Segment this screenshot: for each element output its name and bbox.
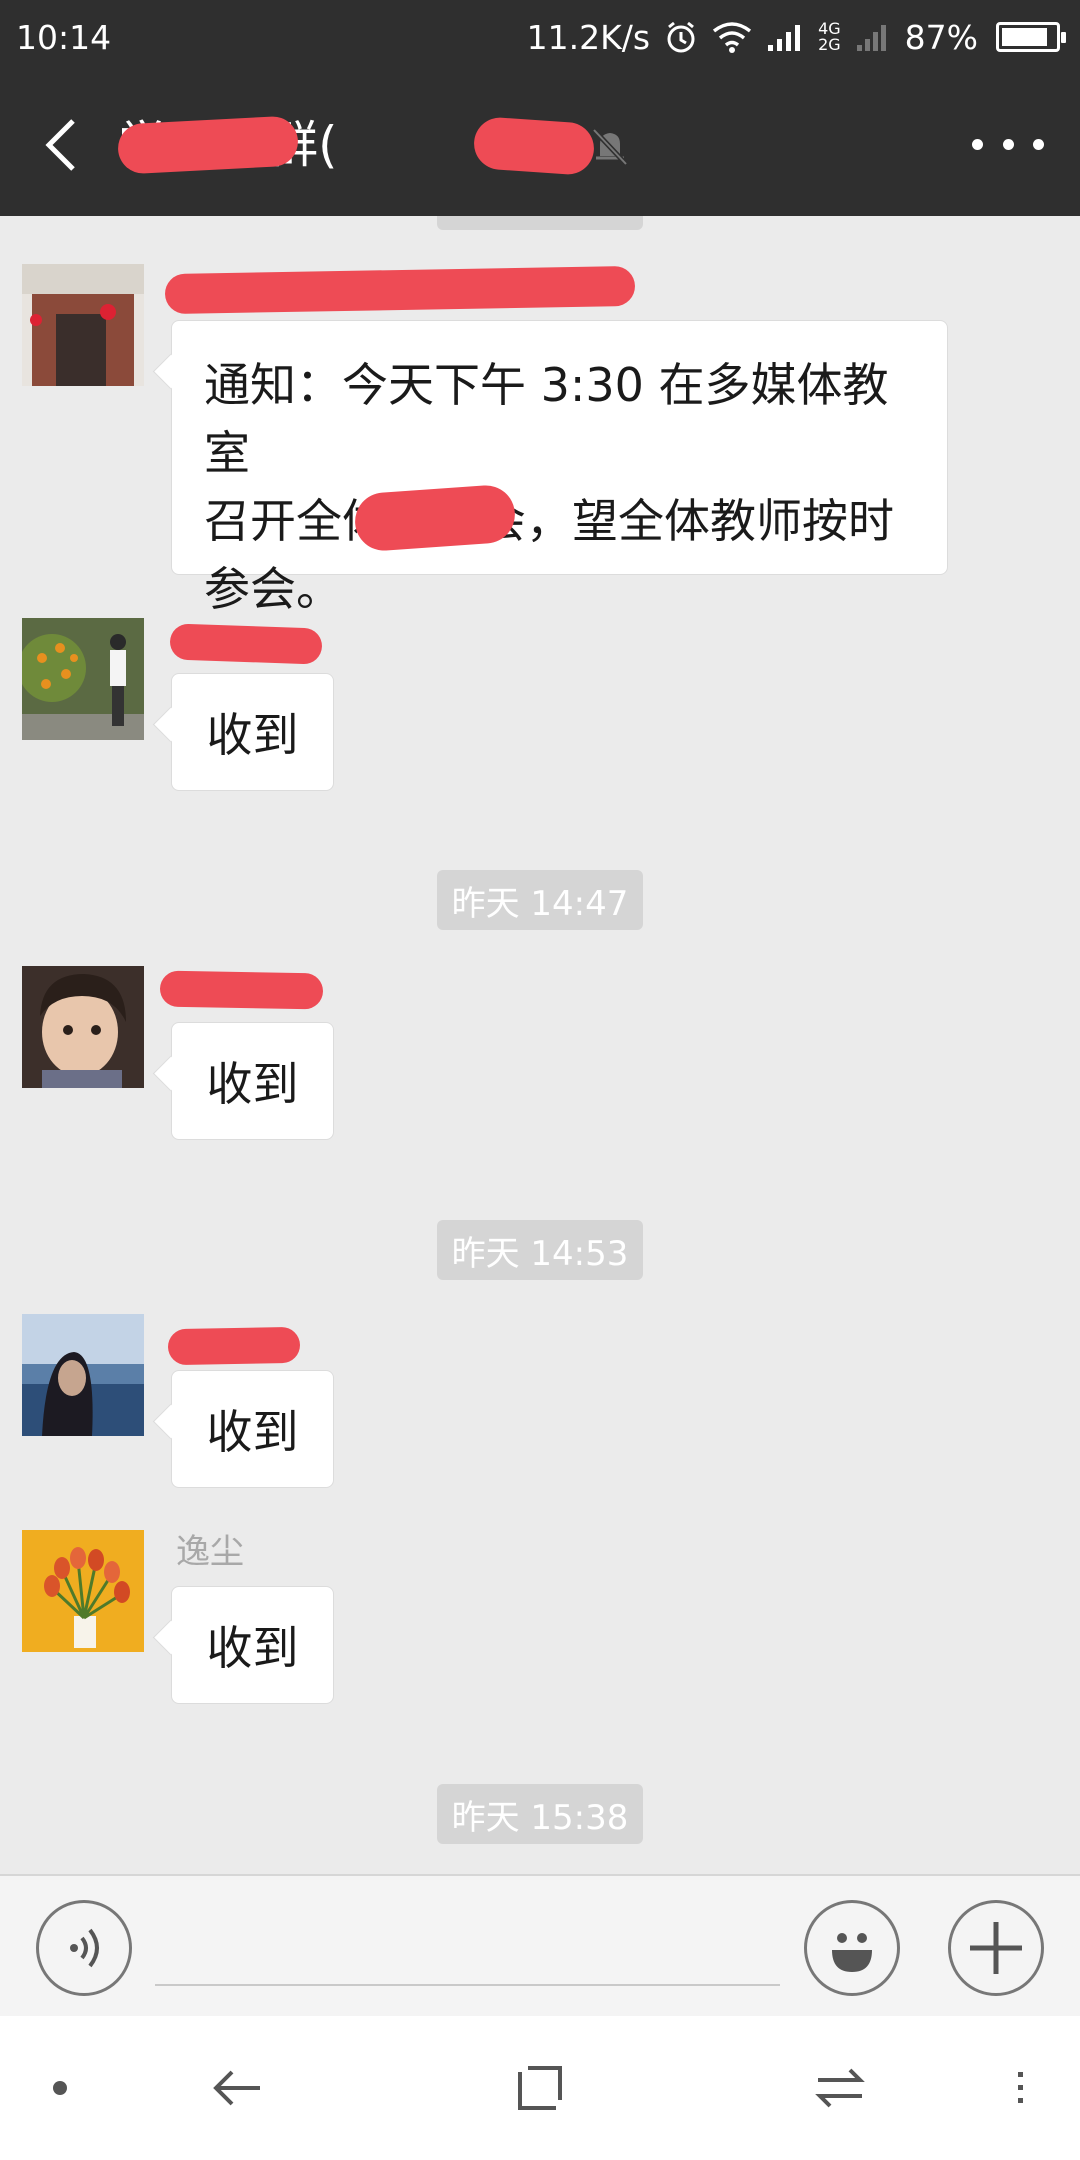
chat-message-list[interactable]: 通知：今天下午 3:30 在多媒体教室 召开全体教师会，望全体教师按时 参会。 … — [0, 216, 1080, 1874]
timestamp-chip: 昨天 14:53 — [437, 1220, 643, 1280]
more-dots-icon — [972, 138, 983, 150]
avatar[interactable] — [22, 1530, 144, 1652]
avatar[interactable] — [22, 966, 144, 1088]
status-bar: 10:14 11.2K/s 4G 2G 87% — [0, 0, 1080, 74]
switch-icon — [815, 2068, 865, 2108]
status-icons: 11.2K/s 4G 2G 87% — [526, 17, 1066, 57]
sender-name-redaction — [169, 623, 323, 665]
redaction-mark — [472, 115, 596, 177]
avatar[interactable] — [22, 618, 144, 740]
alarm-icon — [664, 20, 698, 54]
back-arrow-icon — [213, 2070, 260, 2106]
battery-percent: 87% — [904, 17, 978, 57]
status-time: 10:14 — [16, 17, 112, 57]
emoji-icon — [832, 1933, 872, 1972]
message-bubble[interactable]: 收到 — [171, 1022, 334, 1140]
bell-off-icon — [592, 128, 628, 166]
avatar[interactable] — [22, 1314, 144, 1436]
sender-name-redaction — [164, 265, 636, 315]
voice-icon — [70, 1928, 99, 1968]
nav-switch-button[interactable] — [804, 2052, 876, 2124]
message-text: 收到 — [206, 1057, 299, 1111]
message-text: 收到 — [206, 708, 299, 762]
message-text: 收到 — [206, 1621, 299, 1675]
timestamp-chip-partial — [437, 216, 643, 230]
sender-name-redaction — [159, 970, 324, 1010]
message-redaction — [353, 483, 517, 553]
signal-icon-sim1 — [766, 21, 806, 53]
timestamp-chip: 昨天 14:47 — [437, 870, 643, 930]
message-text: 收到 — [206, 1405, 299, 1459]
nav-menu-button[interactable] — [984, 2052, 1056, 2124]
plus-button[interactable] — [948, 1900, 1044, 1996]
sender-name: 逸尘 — [176, 1532, 244, 1572]
message-bubble[interactable]: 通知：今天下午 3:30 在多媒体教室 召开全体教师会，望全体教师按时 参会。 — [171, 320, 948, 616]
redaction-mark — [116, 115, 300, 175]
battery-fill — [1002, 28, 1048, 46]
input-bar — [0, 1874, 1080, 2016]
more-button[interactable] — [972, 124, 1044, 164]
avatar[interactable] — [22, 264, 144, 386]
net-speed: 11.2K/s — [526, 17, 651, 57]
message-input[interactable] — [155, 1916, 780, 1986]
emoji-button[interactable] — [804, 1900, 900, 1996]
timestamp-chip: 昨天 15:38 — [437, 1784, 643, 1844]
chevron-left-icon — [45, 119, 75, 171]
square-icon — [518, 2066, 562, 2110]
message-bubble[interactable]: 收到 — [171, 1586, 334, 1704]
system-nav-bar — [0, 2016, 1080, 2160]
message-text-line: 参会。 — [204, 562, 342, 616]
nav-back-button[interactable] — [202, 2052, 274, 2124]
battery-icon — [996, 22, 1066, 52]
wifi-icon — [712, 21, 752, 53]
signal-icon-sim2 — [855, 21, 891, 53]
message-bubble[interactable]: 收到 — [171, 673, 334, 791]
chat-header: 学工作群( — [0, 74, 1080, 216]
voice-button[interactable] — [36, 1900, 132, 1996]
message-bubble[interactable]: 收到 — [171, 1370, 334, 1488]
nav-dot-button[interactable] — [24, 2052, 96, 2124]
message-text-line: 通知：今天下午 3:30 在多媒体教室 — [204, 358, 889, 480]
nav-home-button[interactable] — [504, 2052, 576, 2124]
network-type: 4G 2G — [818, 19, 841, 54]
back-button[interactable] — [30, 110, 90, 180]
menu-icon — [1018, 2072, 1023, 2103]
sender-name-redaction — [167, 1326, 301, 1366]
dot-icon — [53, 2081, 67, 2095]
plus-icon — [970, 1922, 1022, 1974]
message-text-line: 召开全体教师会，望全体教师按时 — [204, 494, 894, 548]
